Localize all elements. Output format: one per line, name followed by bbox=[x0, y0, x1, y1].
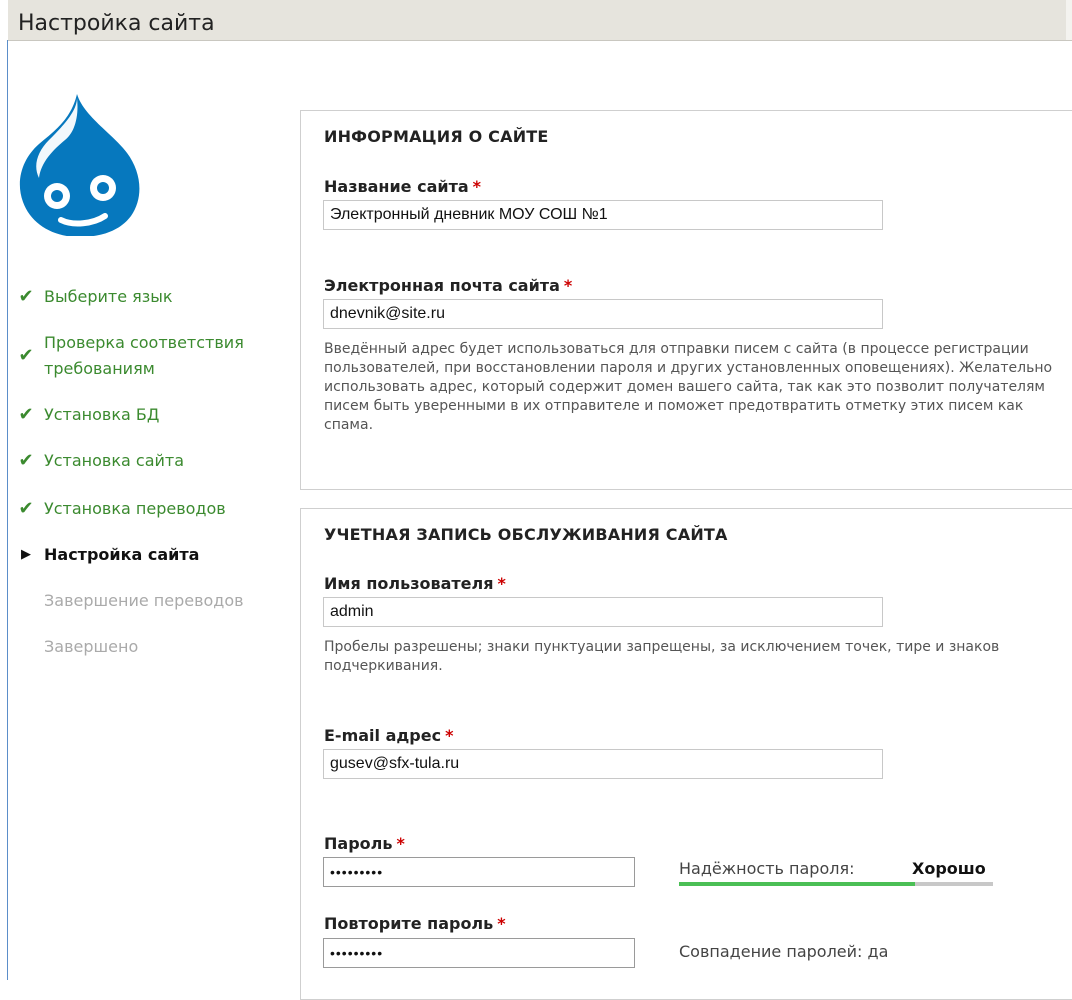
step-label: Выберите язык bbox=[44, 287, 173, 306]
check-icon: ✔ bbox=[18, 450, 34, 471]
window-left-border bbox=[7, 40, 8, 980]
site-information-heading: ИНФОРМАЦИЯ О САЙТЕ bbox=[324, 127, 549, 146]
step-label: Установка БД bbox=[44, 405, 160, 424]
password-match-status: Совпадение паролей: да bbox=[679, 942, 889, 961]
site-information-fieldset: ИНФОРМАЦИЯ О САЙТЕ Название сайта * Элект… bbox=[300, 110, 1072, 490]
required-marker: * bbox=[497, 914, 506, 933]
site-email-label-text: Электронная почта сайта bbox=[324, 276, 560, 295]
required-marker: * bbox=[563, 276, 573, 295]
account-email-input[interactable]: gusev@sfx-tula.ru bbox=[323, 749, 883, 779]
step-label: Завершение переводов bbox=[44, 591, 244, 610]
username-input[interactable]: admin bbox=[323, 597, 883, 627]
step-label: Установка переводов bbox=[44, 499, 226, 518]
required-marker: * bbox=[497, 574, 506, 593]
username-label-text: Имя пользователя bbox=[324, 574, 494, 593]
current-step-arrow-icon: ▶ bbox=[21, 547, 31, 562]
password-strength-meter bbox=[679, 882, 993, 886]
site-email-description: Введённый адрес будет использоваться для… bbox=[324, 341, 1053, 433]
page-title: Настройка сайта bbox=[18, 11, 215, 36]
site-email-input[interactable]: dnevnik@site.ru bbox=[323, 299, 883, 329]
step-database: ✔ Установка БД bbox=[14, 402, 284, 428]
password-label: Пароль * bbox=[324, 834, 405, 853]
step-label: Установка сайта bbox=[44, 451, 185, 470]
title-bar: Настройка сайта bbox=[8, 0, 1072, 41]
username-description: Пробелы разрешены; знаки пунктуации запр… bbox=[324, 639, 1000, 674]
maintenance-account-fieldset: УЧЕТНАЯ ЗАПИСЬ ОБСЛУЖИВАНИЯ САЙТА Имя по… bbox=[300, 508, 1072, 1000]
step-label: Завершено bbox=[44, 637, 139, 656]
password-strength-label: Надёжность пароля: bbox=[679, 859, 855, 878]
confirm-password-label-text: Повторите пароль bbox=[324, 914, 494, 933]
step-finished: Завершено bbox=[14, 634, 284, 660]
password-strength-meter-fill bbox=[679, 882, 915, 886]
step-configure-site: ▶ Настройка сайта bbox=[14, 542, 284, 568]
required-marker: * bbox=[445, 726, 454, 745]
step-install-translations: ✔ Установка переводов bbox=[14, 496, 284, 522]
site-name-input[interactable]: Электронный дневник МОУ СОШ №1 bbox=[323, 200, 883, 230]
confirm-password-input[interactable]: ••••••••• bbox=[323, 938, 635, 968]
title-bar-edge bbox=[1066, 0, 1072, 40]
site-email-label: Электронная почта сайта * bbox=[324, 276, 572, 295]
drupal-logo-icon bbox=[19, 94, 140, 236]
check-icon: ✔ bbox=[18, 498, 34, 519]
username-label: Имя пользователя * bbox=[324, 574, 506, 593]
check-icon: ✔ bbox=[18, 404, 34, 425]
step-label: Настройка сайта bbox=[44, 545, 200, 564]
required-marker: * bbox=[396, 834, 405, 853]
site-name-label: Название сайта * bbox=[324, 177, 481, 196]
maintenance-account-heading: УЧЕТНАЯ ЗАПИСЬ ОБСЛУЖИВАНИЯ САЙТА bbox=[324, 525, 728, 544]
password-label-text: Пароль bbox=[324, 834, 393, 853]
step-requirements: ✔ Проверка соответствия требованиям bbox=[14, 330, 284, 382]
install-steps: ✔ Выберите язык ✔ Проверка соответствия … bbox=[14, 284, 284, 660]
site-name-label-text: Название сайта bbox=[324, 177, 469, 196]
step-install-site: ✔ Установка сайта bbox=[14, 448, 284, 474]
check-icon: ✔ bbox=[18, 345, 34, 366]
confirm-password-label: Повторите пароль * bbox=[324, 914, 506, 933]
account-email-label-text: E-mail адрес bbox=[324, 726, 442, 745]
password-strength-value: Хорошо bbox=[912, 859, 986, 878]
password-input[interactable]: ••••••••• bbox=[323, 857, 635, 887]
step-choose-language: ✔ Выберите язык bbox=[14, 284, 284, 310]
required-marker: * bbox=[472, 177, 482, 196]
check-icon: ✔ bbox=[18, 286, 34, 307]
step-finish-translations: Завершение переводов bbox=[14, 588, 284, 614]
account-email-label: E-mail адрес * bbox=[324, 726, 453, 745]
step-label: Проверка соответствия требованиям bbox=[44, 333, 244, 378]
